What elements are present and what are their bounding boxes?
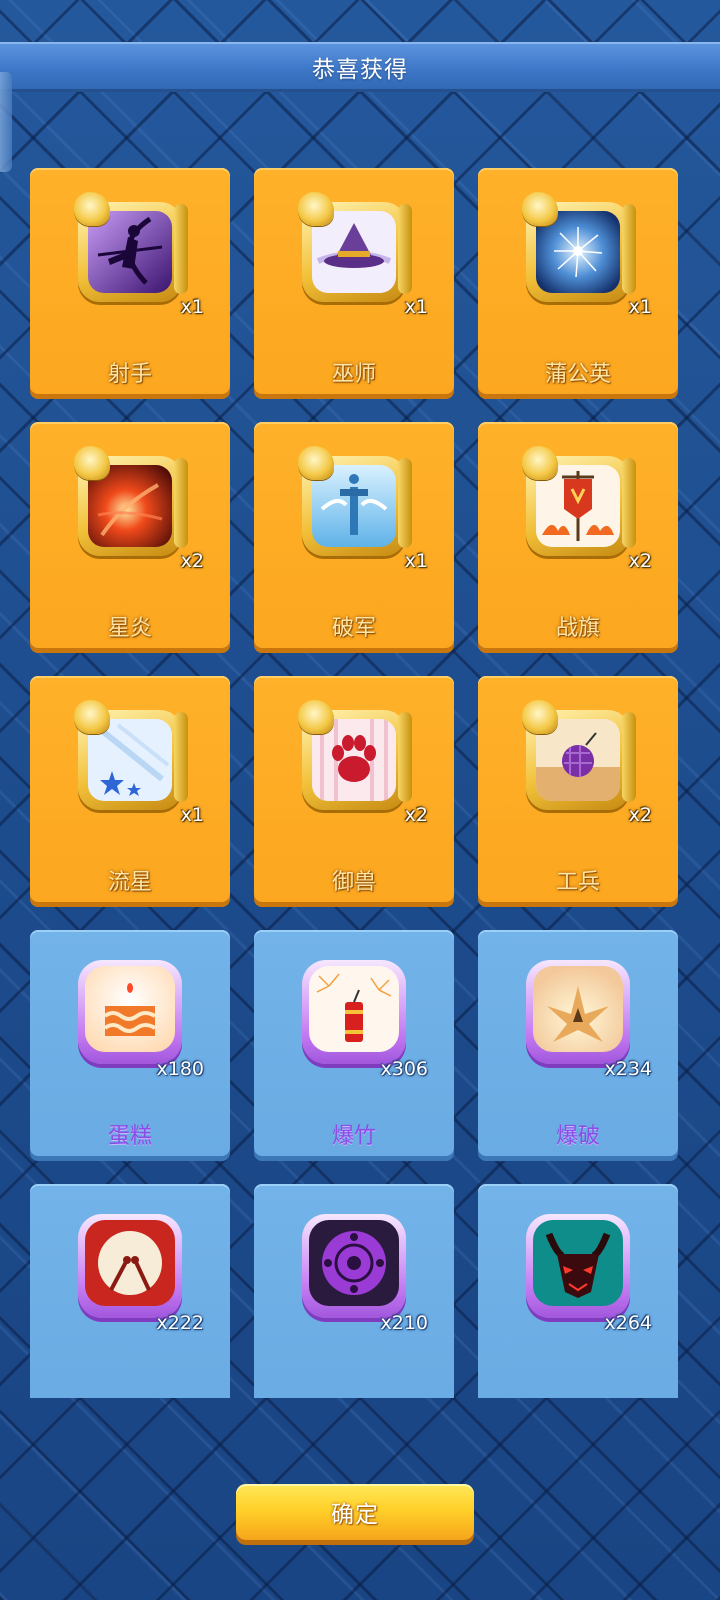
- reward-name: 巫师: [331, 362, 376, 387]
- reward-name: 御兽: [331, 870, 376, 895]
- reward-name: 蒲公英: [544, 362, 611, 387]
- eye-sigil-icon: [302, 1214, 406, 1318]
- reward-count: x1: [628, 296, 652, 318]
- reward-card-engineer[interactable]: x2 工兵: [478, 676, 678, 902]
- reward-card-cake[interactable]: x180 蛋糕: [30, 930, 230, 1156]
- title-bar: 恭喜获得: [0, 42, 720, 92]
- reward-count: x180: [156, 1058, 204, 1080]
- demon-mask-icon: [526, 1214, 630, 1318]
- reward-name: 爆破: [555, 1124, 600, 1149]
- meteor-stars-icon: [74, 700, 188, 810]
- reward-card-wizard[interactable]: x1 巫师: [254, 168, 454, 394]
- reward-count: x1: [180, 296, 204, 318]
- grenade-icon: [522, 700, 636, 810]
- reward-card-meteor[interactable]: x1 流星: [30, 676, 230, 902]
- confirm-button-label: 确定: [331, 1502, 379, 1528]
- war-drum-icon: [78, 1214, 182, 1318]
- reward-name: 破军: [331, 616, 376, 641]
- reward-card-firecracker[interactable]: x306 爆竹: [254, 930, 454, 1156]
- reward-count: x210: [380, 1312, 428, 1334]
- reward-card-war-drum[interactable]: x222: [30, 1184, 230, 1398]
- reward-count: x2: [628, 804, 652, 826]
- star-flame-icon: [74, 446, 188, 556]
- explosion-icon: [526, 960, 630, 1064]
- reward-count: x1: [404, 550, 428, 572]
- confirm-button[interactable]: 确定: [236, 1484, 474, 1540]
- reward-name: 流星: [107, 870, 152, 895]
- war-banner-icon: [522, 446, 636, 556]
- cake-icon: [78, 960, 182, 1064]
- wizard-hat-icon: [298, 192, 412, 302]
- reward-name: 战旗: [555, 616, 600, 641]
- reward-count: x1: [404, 296, 428, 318]
- reward-card-beast[interactable]: x2 御兽: [254, 676, 454, 902]
- reward-count: x2: [628, 550, 652, 572]
- reward-card-dandelion[interactable]: x1 蒲公英: [478, 168, 678, 394]
- reward-name: 蛋糕: [107, 1124, 152, 1149]
- reward-count: x222: [156, 1312, 204, 1334]
- reward-card-eye-sigil[interactable]: x210: [254, 1184, 454, 1398]
- reward-card-explosion[interactable]: x234 爆破: [478, 930, 678, 1156]
- reward-name: 射手: [107, 362, 152, 387]
- reward-name: 星炎: [107, 616, 152, 641]
- side-tab-handle: [0, 72, 12, 172]
- reward-card-sword[interactable]: x1 破军: [254, 422, 454, 648]
- reward-count: x306: [380, 1058, 428, 1080]
- reward-card-war-banner[interactable]: x2 战旗: [478, 422, 678, 648]
- reward-count: x234: [604, 1058, 652, 1080]
- reward-count: x264: [604, 1312, 652, 1334]
- paw-icon: [298, 700, 412, 810]
- archer-icon: [74, 192, 188, 302]
- reward-card-demon-mask[interactable]: x264: [478, 1184, 678, 1398]
- dandelion-icon: [522, 192, 636, 302]
- reward-count: x1: [180, 804, 204, 826]
- firecracker-icon: [302, 960, 406, 1064]
- reward-card-star-flame[interactable]: x2 星炎: [30, 422, 230, 648]
- sword-icon: [298, 446, 412, 556]
- reward-count: x2: [404, 804, 428, 826]
- reward-card-archer[interactable]: x1 射手: [30, 168, 230, 394]
- reward-grid[interactable]: x1 射手 x1 巫师 x1 蒲公英 x2 星炎 x1 破军 x2 战旗 x1 …: [0, 160, 720, 1398]
- page-title: 恭喜获得: [312, 56, 408, 83]
- reward-name: 爆竹: [331, 1124, 376, 1149]
- reward-name: 工兵: [555, 870, 600, 895]
- reward-count: x2: [180, 550, 204, 572]
